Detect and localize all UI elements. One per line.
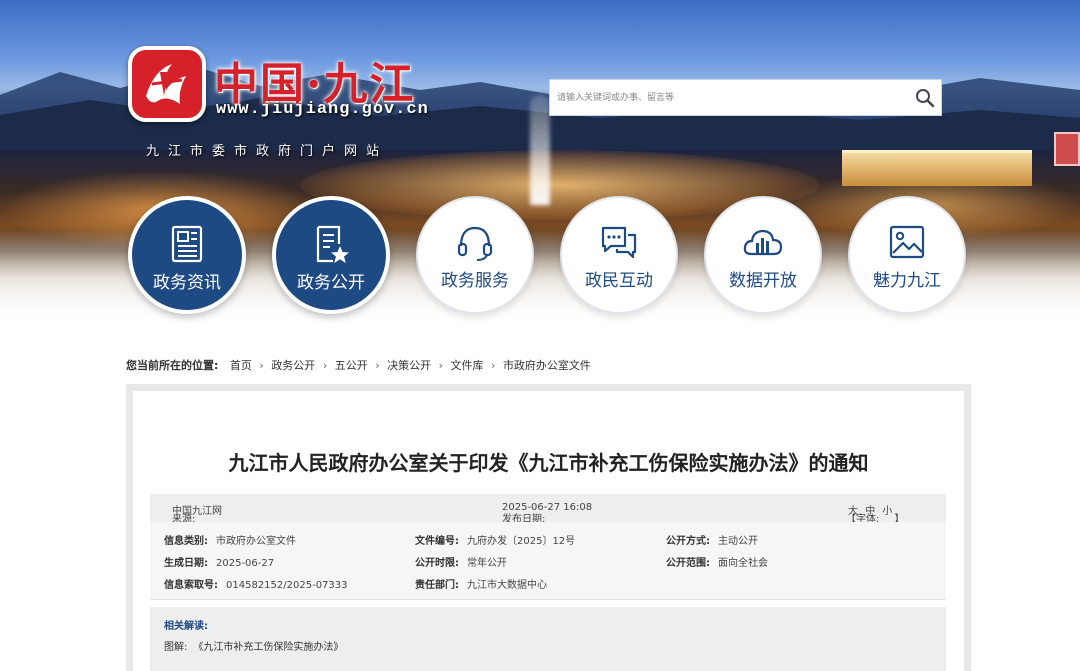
- related-title: 相关解读:: [164, 621, 208, 632]
- building-illustration: [842, 150, 1032, 186]
- info-open-mode: 公开方式: 主动公开: [666, 532, 758, 547]
- info-label: 公开范围:: [666, 558, 710, 569]
- search-icon: [916, 89, 935, 108]
- font-size-small[interactable]: 小: [882, 506, 892, 517]
- page: 中国·九江 www.jiujiang.gov.cn 九江市委市政府门户网站 政务…: [0, 0, 1080, 671]
- search-input[interactable]: [550, 80, 910, 115]
- breadcrumb-separator: ›: [491, 359, 496, 372]
- breadcrumb-item-decision-open[interactable]: 决策公开: [387, 359, 431, 372]
- info-value: 面向全社会: [718, 558, 768, 569]
- site-url: www.jiujiang.gov.cn: [216, 100, 429, 119]
- breadcrumb-separator: ›: [375, 359, 380, 372]
- nav-label: 政务资讯: [153, 273, 221, 293]
- breadcrumb-item-office-files[interactable]: 市政府办公室文件: [503, 359, 591, 372]
- nav-item-interaction[interactable]: 政民互动: [560, 196, 678, 314]
- info-index: 信息索取号: 014582152/2025-07333: [164, 576, 348, 591]
- article-frame: 九江市人民政府办公室关于印发《九江市补充工伤保险实施办法》的通知 来源: 中国九…: [126, 384, 971, 671]
- nav-item-open-government[interactable]: 政务公开: [272, 196, 390, 314]
- info-dept: 责任部门: 九江市大数据中心: [415, 576, 547, 591]
- info-value: 主动公开: [718, 536, 758, 547]
- nav-item-charm-jiujiang[interactable]: 魅力九江: [848, 196, 966, 314]
- article-title: 九江市人民政府办公室关于印发《九江市补充工伤保险实施办法》的通知: [228, 451, 869, 475]
- article-source: 来源: 中国九江网: [172, 502, 222, 525]
- nav-label: 政务公开: [297, 273, 365, 293]
- info-label: 公开时限:: [415, 558, 459, 569]
- nav-item-services[interactable]: 政务服务: [416, 196, 534, 314]
- fountain: [530, 95, 550, 205]
- info-value: 014582152/2025-07333: [226, 580, 348, 591]
- nav-label: 政民互动: [585, 271, 653, 291]
- search-button[interactable]: [913, 86, 937, 110]
- info-label: 文件编号:: [415, 536, 459, 547]
- nav-label: 政务服务: [441, 271, 509, 291]
- article-meta-bar: 来源: 中国九江网 发布日期: 2025-06-27 16:08 【字体: 大 …: [150, 494, 946, 525]
- picture-icon: [889, 225, 925, 259]
- nav-item-news[interactable]: 政务资讯: [128, 196, 246, 314]
- info-value: 市政府办公室文件: [216, 536, 296, 547]
- related-item-prefix: 图解:: [164, 642, 188, 653]
- related-item-link[interactable]: 《九江市补充工伤保险实施办法》: [193, 642, 343, 653]
- breadcrumb: 您当前所在的位置: 首页 › 政务公开 › 五公开 › 决策公开 › 文件库 ›…: [126, 357, 591, 373]
- info-period: 公开时限: 常年公开: [415, 554, 507, 569]
- search-box: [549, 79, 942, 116]
- info-created: 生成日期: 2025-06-27: [164, 554, 274, 569]
- newspaper-icon: [171, 225, 203, 263]
- headset-icon: [457, 226, 493, 261]
- breadcrumb-item-open-government[interactable]: 政务公开: [271, 359, 315, 372]
- info-value: 常年公开: [467, 558, 507, 569]
- nav-label: 数据开放: [729, 271, 797, 291]
- info-label: 生成日期:: [164, 558, 208, 569]
- document-star-icon: [316, 225, 349, 263]
- breadcrumb-item-home[interactable]: 首页: [230, 359, 252, 372]
- breadcrumb-item-five-open[interactable]: 五公开: [335, 359, 368, 372]
- breadcrumb-separator: ›: [259, 359, 264, 372]
- document-info-table: 信息类别: 市政府办公室文件 文件编号: 九府办发〔2025〕12号 公开方式: 主动…: [150, 522, 946, 600]
- info-category: 信息类别: 市政府办公室文件: [164, 532, 296, 547]
- related-interpretation: 相关解读: 图解: 《九江市补充工伤保险实施办法》: [150, 607, 946, 671]
- article-date: 发布日期: 2025-06-27 16:08: [502, 502, 592, 525]
- info-value: 九府办发〔2025〕12号: [467, 536, 576, 547]
- nav-label: 魅力九江: [873, 271, 941, 291]
- building-illustration-right: [1054, 132, 1080, 166]
- info-value: 2025-06-27: [216, 558, 275, 569]
- cloud-chart-icon: [743, 229, 783, 256]
- info-scope: 公开范围: 面向全社会: [666, 554, 768, 569]
- breadcrumb-separator: ›: [322, 359, 328, 372]
- site-subtitle: 九江市委市政府门户网站: [146, 144, 389, 159]
- article-container: 九江市人民政府办公室关于印发《九江市补充工伤保险实施办法》的通知 来源: 中国九…: [133, 391, 964, 671]
- jiujiang-logo-icon[interactable]: [128, 46, 206, 122]
- font-size-control: 【字体: 大 中 小 】: [846, 502, 904, 525]
- info-label: 公开方式:: [666, 536, 710, 547]
- info-doc-number: 文件编号: 九府办发〔2025〕12号: [415, 532, 575, 547]
- breadcrumb-item-file-library[interactable]: 文件库: [451, 359, 484, 372]
- info-label: 信息类别:: [164, 536, 208, 547]
- chat-bubbles-icon: [601, 226, 637, 259]
- breadcrumb-separator: ›: [438, 359, 444, 372]
- info-label: 责任部门:: [415, 580, 459, 591]
- info-value: 九江市大数据中心: [467, 580, 547, 591]
- breadcrumb-lead: 您当前所在的位置:: [126, 359, 219, 372]
- related-item: 图解: 《九江市补充工伤保险实施办法》: [164, 638, 343, 653]
- info-label: 信息索取号:: [164, 580, 218, 591]
- nav-item-open-data[interactable]: 数据开放: [704, 196, 822, 314]
